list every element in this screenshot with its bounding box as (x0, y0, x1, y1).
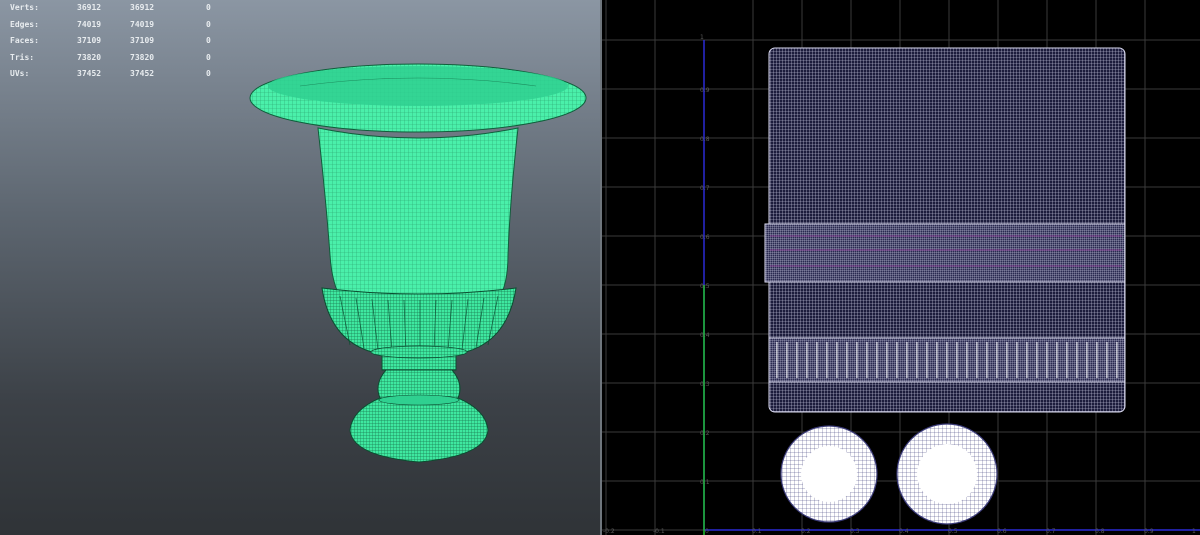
v-tick-label: 0.4 (700, 332, 710, 339)
u-tick-label: 0.1 (752, 528, 762, 535)
u-tick-label: -0.1 (653, 528, 665, 535)
v-tick-label: 0.5 (700, 283, 710, 290)
u-tick-label: 0.9 (1144, 528, 1154, 535)
uv-circle-center (801, 446, 857, 502)
urn-stem (377, 369, 461, 399)
v-tick-label: 0.9 (700, 87, 710, 94)
u-tick-label: 0.4 (899, 528, 909, 535)
uv-circle-center (917, 444, 977, 504)
u-tick-label: 0.6 (997, 528, 1007, 535)
u-tick-label: 0.7 (1046, 528, 1056, 535)
v-tick-label: 1 (700, 34, 704, 41)
u-tick-label: 0.2 (801, 528, 811, 535)
v-tick-label: 0.7 (700, 185, 710, 192)
u-tick-label: -0.2 (603, 528, 615, 535)
u-tick-label: 0.8 (1095, 528, 1105, 535)
v-tick-label: 0.3 (700, 381, 710, 388)
u-tick-label: 0.5 (948, 528, 958, 535)
urn-wireframe-mesh-icon[interactable] (0, 0, 600, 535)
urn-foot (349, 397, 489, 463)
uv-editor-canvas[interactable]: 1 0.9 0.8 0.7 0.6 0.5 0.4 0.3 0.2 0.1 -0… (602, 0, 1200, 535)
urn-rim-inner (268, 66, 568, 106)
u-tick-label: 1 (1192, 528, 1196, 535)
v-tick-label: 0.2 (700, 430, 710, 437)
v-tick-label: 0.6 (700, 234, 710, 241)
urn-gadroon-band (321, 287, 517, 353)
urn-bowl (317, 127, 519, 301)
v-tick-label: 0.8 (700, 136, 710, 143)
u-tick-label: 0.3 (850, 528, 860, 535)
u-tick-label: 0 (705, 528, 709, 535)
perspective-viewport[interactable]: Verts: 36912 36912 0 Edges: 74019 74019 … (0, 0, 600, 535)
uv-editor-viewport[interactable]: 1 0.9 0.8 0.7 0.6 0.5 0.4 0.3 0.2 0.1 -0… (602, 0, 1200, 535)
uv-shell-gadroon-band[interactable] (764, 223, 1126, 283)
v-tick-label: 0.1 (700, 479, 710, 486)
